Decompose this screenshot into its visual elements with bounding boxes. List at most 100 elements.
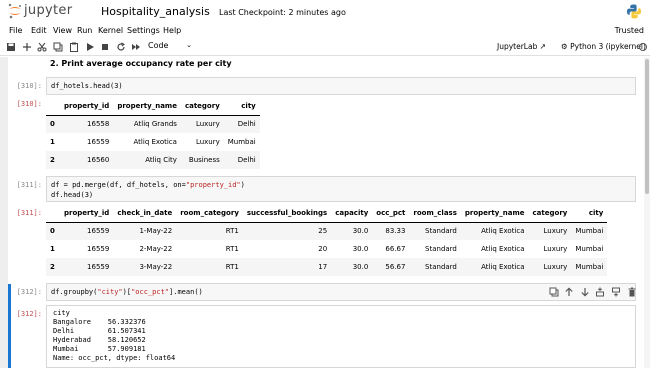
input-prompt-310: [310]: bbox=[16, 82, 42, 90]
groupby-output: city Bangalore 56.332376 Delhi 61.507341… bbox=[46, 305, 636, 368]
code-text: ].mean() bbox=[169, 288, 203, 296]
kernel-name[interactable]: ⚙ Python 3 (ipykernel) bbox=[561, 42, 646, 51]
menu-run[interactable]: Run bbox=[77, 26, 92, 35]
table-cell: Atliq Exotica bbox=[481, 227, 525, 236]
table-cell: 30.0 bbox=[352, 263, 369, 271]
table-cell: 16560 bbox=[87, 156, 110, 164]
menu-view[interactable]: View bbox=[53, 26, 72, 35]
insert-above-icon[interactable] bbox=[595, 287, 605, 297]
code-text: ) bbox=[240, 181, 245, 189]
input-prompt-311: [311]: bbox=[16, 181, 42, 189]
table-row: 2 16560 Atliq City Business Delhi bbox=[46, 151, 260, 169]
table-cell: 16559 bbox=[87, 245, 110, 253]
notebook-header: jupyter Hospitality_analysis Last Checkp… bbox=[0, 0, 650, 24]
output-text: city Bangalore 56.332376 Delhi 61.507341… bbox=[53, 309, 176, 362]
output-prompt-310: [310]: bbox=[16, 100, 42, 108]
row-index: 0 bbox=[50, 227, 55, 236]
menu-settings[interactable]: Settings bbox=[127, 26, 160, 35]
table-cell: Atliq Exotica bbox=[133, 138, 177, 146]
kernel-settings-icon: ⚙ bbox=[561, 42, 568, 51]
row-index: 1 bbox=[50, 245, 55, 253]
cell-type-value: Code bbox=[148, 41, 169, 50]
cell-type-select[interactable]: Code ⌄ bbox=[148, 41, 192, 50]
column-header: category bbox=[532, 208, 568, 217]
duplicate-cell-icon[interactable] bbox=[549, 287, 559, 297]
table-cell: Luxury bbox=[543, 227, 568, 236]
table-cell: RT1 bbox=[225, 245, 239, 253]
jupyterlab-label: JupyterLab bbox=[497, 42, 538, 51]
code-text: df = pd.merge(df, df_hotels, on= bbox=[51, 181, 186, 189]
column-header: property_id bbox=[64, 208, 110, 217]
jupyter-logo-icon[interactable] bbox=[8, 3, 22, 19]
table-cell: 83.33 bbox=[385, 227, 406, 236]
column-header: successful_bookings bbox=[246, 208, 328, 217]
scrollbar-thumb[interactable] bbox=[645, 59, 649, 194]
table-cell: Atliq City bbox=[145, 156, 177, 164]
checkpoint-status: Last Checkpoint: 2 minutes ago bbox=[219, 8, 346, 17]
column-header: capacity bbox=[335, 208, 369, 217]
table-cell: 1-May-22 bbox=[139, 227, 173, 236]
table-cell: 30.0 bbox=[352, 227, 369, 236]
table-cell: Delhi bbox=[237, 120, 256, 129]
code-string: "occ_pct" bbox=[131, 288, 170, 296]
notebook-title[interactable]: Hospitality_analysis bbox=[101, 5, 210, 18]
table-cell: Mumbai bbox=[227, 138, 256, 146]
fast-forward-icon[interactable] bbox=[131, 42, 141, 52]
table-cell: Luxury bbox=[195, 138, 220, 146]
menu-help[interactable]: Help bbox=[163, 26, 181, 35]
code-string: "city" bbox=[97, 288, 123, 296]
table-cell: 16559 bbox=[87, 263, 110, 271]
run-icon[interactable] bbox=[85, 42, 95, 52]
table-cell: Luxury bbox=[195, 120, 220, 129]
table-cell: 16559 bbox=[87, 227, 110, 236]
copy-icon[interactable] bbox=[53, 42, 63, 52]
code-cell-311[interactable]: df = pd.merge(df, df_hotels, on="propert… bbox=[46, 176, 636, 202]
code-cell-312[interactable]: df.groupby("city")["occ_pct"].mean() bbox=[46, 283, 636, 301]
column-header: property_name bbox=[464, 208, 525, 217]
trusted-indicator[interactable]: Trusted bbox=[615, 26, 644, 35]
menu-file[interactable]: File bbox=[9, 26, 22, 35]
table-row: 1 16559 Atliq Exotica Luxury Mumbai bbox=[46, 133, 260, 151]
menu-bar: File Edit View Run Kernel Settings Help … bbox=[0, 24, 650, 39]
table-cell: Atliq Exotica bbox=[481, 245, 525, 253]
column-header: property_id bbox=[64, 101, 110, 110]
insert-below-icon[interactable] bbox=[611, 287, 621, 297]
delete-cell-icon[interactable] bbox=[627, 287, 637, 297]
table-cell: 16559 bbox=[87, 138, 110, 146]
paste-icon[interactable] bbox=[69, 42, 79, 52]
table-cell: Luxury bbox=[543, 263, 568, 271]
kernel-label: Python 3 (ipykernel) bbox=[570, 42, 646, 51]
table-cell: Mumbai bbox=[575, 227, 604, 236]
open-in-jupyterlab-link[interactable]: JupyterLab ↗ bbox=[497, 42, 546, 51]
code-cell-310[interactable]: df_hotels.head(3) bbox=[46, 77, 636, 95]
chevron-down-icon: ⌄ bbox=[186, 41, 192, 49]
save-icon[interactable] bbox=[6, 42, 16, 52]
column-header: check_in_date bbox=[117, 208, 173, 217]
row-index: 1 bbox=[50, 138, 55, 146]
stop-icon[interactable] bbox=[100, 42, 110, 52]
index-header bbox=[46, 97, 60, 115]
table-cell: 17 bbox=[318, 263, 328, 271]
table-cell: Atliq Grands bbox=[133, 120, 177, 129]
hotels-table: property_id property_name category city … bbox=[46, 97, 260, 169]
table-cell: Atliq Exotica bbox=[481, 263, 525, 271]
move-down-icon[interactable] bbox=[580, 287, 590, 297]
table-row: 2 16559 3-May-22 RT1 17 30.0 56.67 Stand… bbox=[46, 258, 608, 276]
output-prompt-311: [311]: bbox=[16, 209, 42, 217]
menu-edit[interactable]: Edit bbox=[31, 26, 47, 35]
restart-icon[interactable] bbox=[116, 42, 126, 52]
row-index: 2 bbox=[50, 263, 55, 271]
table-cell: Mumbai bbox=[575, 245, 604, 253]
table-cell: Mumbai bbox=[575, 263, 604, 271]
column-header: room_category bbox=[180, 208, 239, 217]
cut-icon[interactable] bbox=[37, 42, 47, 52]
table-cell: 25 bbox=[318, 227, 328, 236]
menu-kernel[interactable]: Kernel bbox=[98, 26, 123, 35]
table-cell: 30.0 bbox=[352, 245, 369, 253]
table-cell: 16558 bbox=[87, 120, 110, 129]
move-up-icon[interactable] bbox=[564, 287, 574, 297]
input-prompt-312: [312]: bbox=[16, 288, 42, 296]
table-cell: 3-May-22 bbox=[139, 263, 173, 271]
add-cell-icon[interactable] bbox=[22, 42, 32, 52]
table-row: 1 16559 2-May-22 RT1 20 30.0 66.67 Stand… bbox=[46, 240, 607, 258]
